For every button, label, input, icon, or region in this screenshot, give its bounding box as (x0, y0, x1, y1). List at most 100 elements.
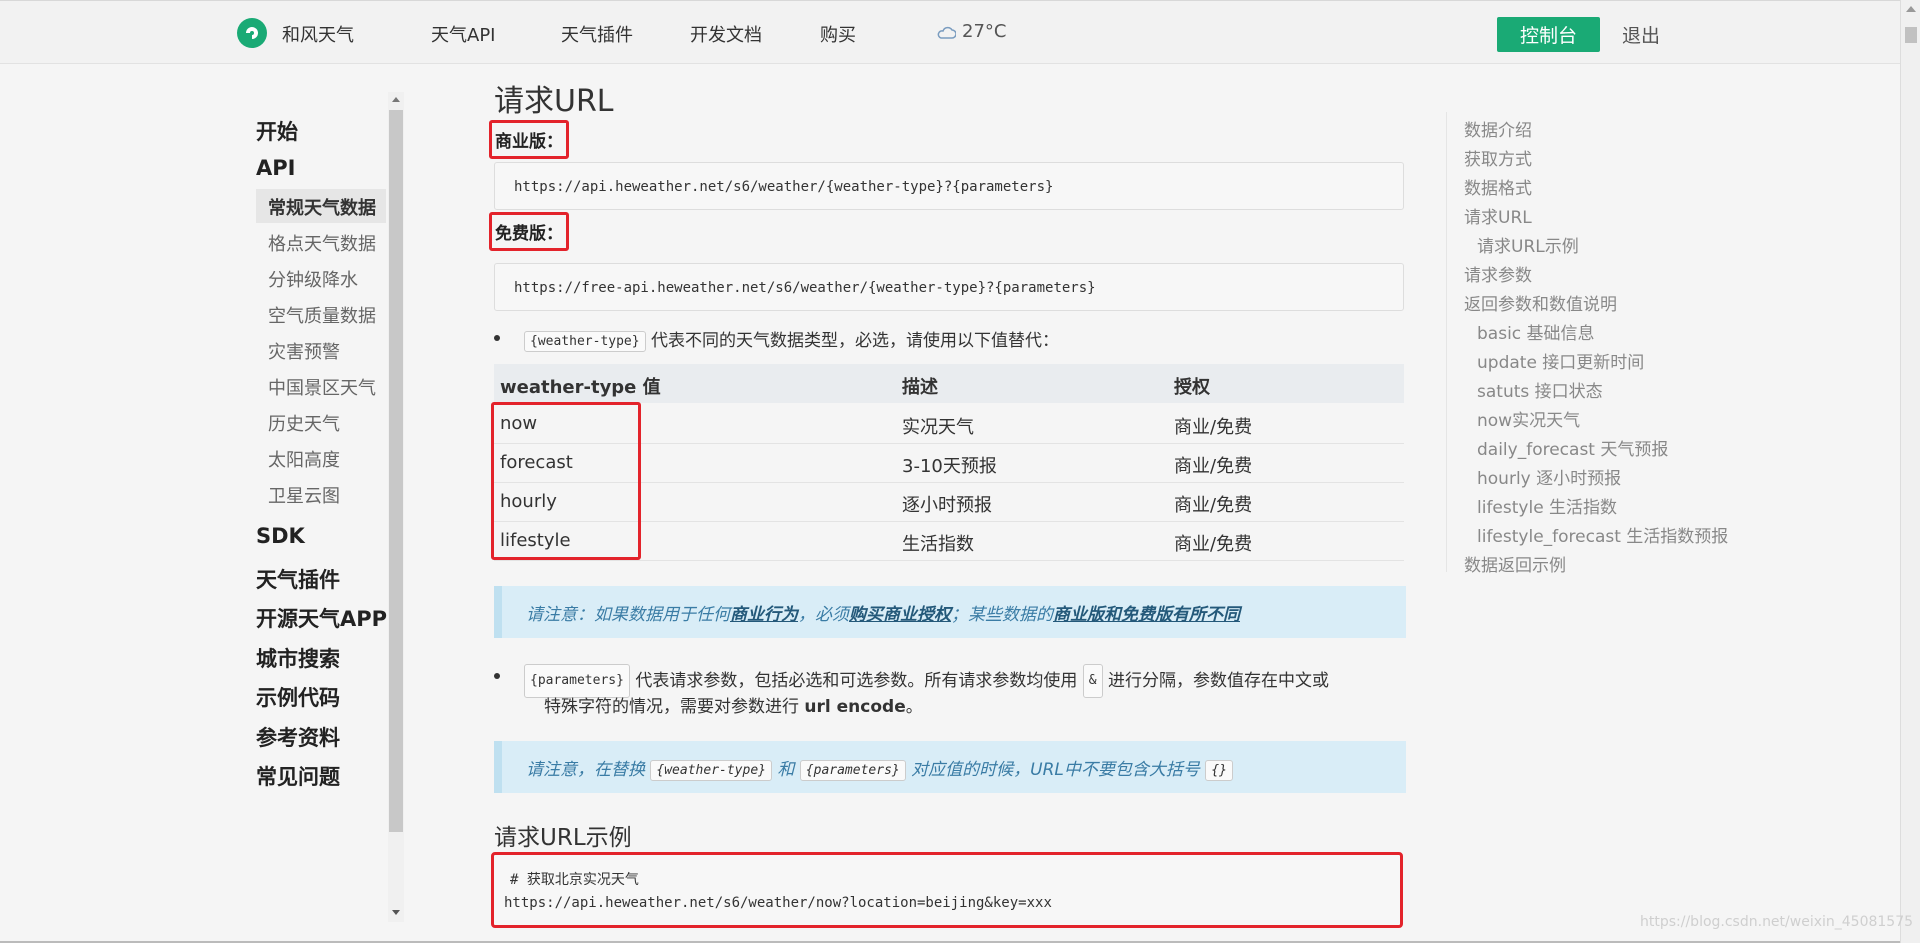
example-url: https://api.heweather.net/s6/weather/now… (504, 895, 1052, 911)
table-cell: 实况天气 (902, 417, 974, 438)
commercial-url-code: https://api.heweather.net/s6/weather/{we… (494, 162, 1404, 210)
cloud-icon (937, 26, 956, 39)
sidebar-group-references[interactable]: 参考资料 (256, 722, 340, 752)
sidebar-item-solar-elevation[interactable]: 太阳高度 (268, 446, 340, 472)
highlight-box (491, 402, 641, 560)
sidebar-scroll-down-icon[interactable] (392, 910, 400, 915)
sidebar-group-faq[interactable]: 常见问题 (256, 761, 340, 791)
toc-item[interactable]: 请求参数 (1464, 261, 1532, 286)
notice-text: 对应值的时候，URL中不要包含大括号 (911, 760, 1200, 780)
weather-type-code: {weather-type} (650, 759, 772, 781)
toc-item[interactable]: 数据介绍 (1464, 116, 1532, 141)
example-comment: # 获取北京实况天气 (510, 872, 639, 888)
url-encode-text: url encode (804, 697, 906, 717)
notice-text: 请注意：如果数据用于任何 (526, 605, 730, 625)
notice-text: 请注意，在替换 (526, 760, 645, 780)
sidebar-item-historical[interactable]: 历史天气 (268, 410, 340, 436)
ampersand-code: & (1082, 664, 1103, 698)
table-cell: 商业/免费 (1174, 495, 1253, 516)
notice-text: ；某些数据的 (951, 605, 1053, 625)
sidebar-group-plugin[interactable]: 天气插件 (256, 564, 340, 594)
toc-item[interactable]: 请求URL示例 (1477, 232, 1579, 257)
table-header-cell: weather-type 值 (500, 377, 661, 398)
table-header-cell: 描述 (902, 377, 938, 398)
sidebar-item-air-quality[interactable]: 空气质量数据 (268, 302, 376, 328)
example-title: 请求URL示例 (494, 825, 632, 851)
weather-temperature: 27°C (962, 21, 1007, 42)
free-url-code: https://free-api.heweather.net/s6/weathe… (494, 263, 1404, 311)
parameters-code: {parameters} (799, 759, 906, 781)
nav-item-weather-api[interactable]: 天气API (431, 21, 495, 47)
table-cell: 逐小时预报 (902, 495, 992, 516)
nav-item-weather-plugin[interactable]: 天气插件 (561, 21, 633, 47)
page-scrollbar[interactable] (1900, 0, 1920, 943)
nav-item-docs[interactable]: 开发文档 (690, 21, 762, 47)
weather-widget[interactable]: 27°C (936, 21, 1006, 42)
nav-item-buy[interactable]: 购买 (820, 21, 856, 47)
notice-text: ，必须 (798, 605, 849, 625)
sidebar-item-regular-weather[interactable]: 常规天气数据 (268, 194, 376, 220)
toc-item[interactable]: lifestyle_forecast 生活指数预报 (1477, 522, 1728, 547)
table-row-divider (494, 560, 1404, 561)
parameters-description: 特殊字符的情况，需要对参数进行 (544, 697, 799, 717)
weather-type-description: 代表不同的天气数据类型，必选，请使用以下值替代： (650, 331, 1059, 351)
parameters-description: 进行分隔，参数值存在中文或 (1107, 671, 1329, 691)
notice-text: 和 (777, 760, 795, 780)
toc-item[interactable]: satuts 接口状态 (1477, 377, 1603, 402)
commercial-label: 商业版： (489, 120, 569, 159)
sidebar-scroll-up-icon[interactable] (392, 97, 400, 102)
sidebar-item-minute-precip[interactable]: 分钟级降水 (268, 266, 358, 292)
table-cell: 商业/免费 (1174, 534, 1253, 555)
braces-code: {} (1205, 759, 1233, 781)
toc-item[interactable]: daily_forecast 天气预报 (1477, 435, 1668, 460)
notice-commercial: 请注意：如果数据用于任何商业行为，必须购买商业授权；某些数据的商业版和免费版有所… (494, 586, 1406, 638)
notice-braces: 请注意，在替换 {weather-type} 和 {parameters} 对应… (494, 741, 1406, 793)
toc-item[interactable]: lifestyle 生活指数 (1477, 493, 1617, 518)
sidebar-item-disaster-warning[interactable]: 灾害预警 (268, 338, 340, 364)
scroll-up-arrow-icon[interactable] (1906, 6, 1916, 12)
page-title: 请求URL (494, 84, 614, 119)
sidebar-group-api[interactable]: API (256, 156, 295, 180)
sidebar-group-city-search[interactable]: 城市搜索 (256, 643, 340, 673)
top-nav: 和风天气 天气API 天气插件 开发文档 购买 27°C 控制台 退出 (0, 0, 1920, 64)
sidebar-scrollbar-thumb[interactable] (389, 110, 403, 832)
toc-item[interactable]: basic 基础信息 (1477, 319, 1595, 344)
parameters-description: 。 (905, 697, 923, 717)
sidebar-group-open-app[interactable]: 开源天气APP (256, 603, 387, 633)
watermark: https://blog.csdn.net/weixin_45081575 (1640, 914, 1914, 930)
sidebar-scrollbar[interactable] (388, 92, 404, 922)
sidebar-group-sdk[interactable]: SDK (256, 524, 305, 548)
sidebar-group-sample-code[interactable]: 示例代码 (256, 682, 340, 712)
table-cell: 商业/免费 (1174, 417, 1253, 438)
console-button[interactable]: 控制台 (1497, 17, 1600, 52)
sidebar-item-satellite[interactable]: 卫星云图 (268, 482, 340, 508)
toc-item[interactable]: update 接口更新时间 (1477, 348, 1644, 373)
toc-item[interactable]: 请求URL (1464, 203, 1532, 228)
version-difference-link[interactable]: 商业版和免费版有所不同 (1053, 605, 1240, 625)
table-cell: 3-10天预报 (902, 456, 997, 477)
table-cell: 商业/免费 (1174, 456, 1253, 477)
free-label: 免费版： (489, 212, 569, 251)
toc-item[interactable]: 返回参数和数值说明 (1464, 290, 1617, 315)
toc-item[interactable]: 数据格式 (1464, 174, 1532, 199)
toc-item[interactable]: 数据返回示例 (1464, 551, 1566, 576)
parameters-description-cont: 特殊字符的情况，需要对参数进行 url encode。 (544, 692, 923, 717)
table-cell: 生活指数 (902, 534, 974, 555)
toc-item[interactable]: now实况天气 (1477, 406, 1580, 431)
toc-item[interactable]: hourly 逐小时预报 (1477, 464, 1621, 489)
brand-name[interactable]: 和风天气 (282, 21, 354, 47)
toc-item[interactable]: 获取方式 (1464, 145, 1532, 170)
buy-license-link[interactable]: 购买商业授权 (849, 605, 951, 625)
table-header-cell: 授权 (1174, 377, 1210, 398)
commercial-behavior-link[interactable]: 商业行为 (730, 605, 798, 625)
weather-type-code: {weather-type} (524, 330, 646, 352)
parameters-description: 代表请求参数，包括必选和可选参数。所有请求参数均使用 (635, 671, 1078, 691)
logout-link[interactable]: 退出 (1622, 21, 1660, 48)
sidebar-item-scenic-weather[interactable]: 中国景区天气 (268, 374, 376, 400)
logo-icon[interactable] (236, 17, 268, 49)
sidebar-group-start[interactable]: 开始 (256, 116, 298, 146)
page-scrollbar-thumb[interactable] (1905, 27, 1917, 43)
weather-type-bullet: {weather-type} 代表不同的天气数据类型，必选，请使用以下值替代： (494, 326, 1059, 352)
table-of-contents: 数据介绍 获取方式 数据格式 请求URL 请求URL示例 请求参数 返回参数和数… (1446, 112, 1747, 576)
sidebar-item-grid-weather[interactable]: 格点天气数据 (268, 230, 376, 256)
